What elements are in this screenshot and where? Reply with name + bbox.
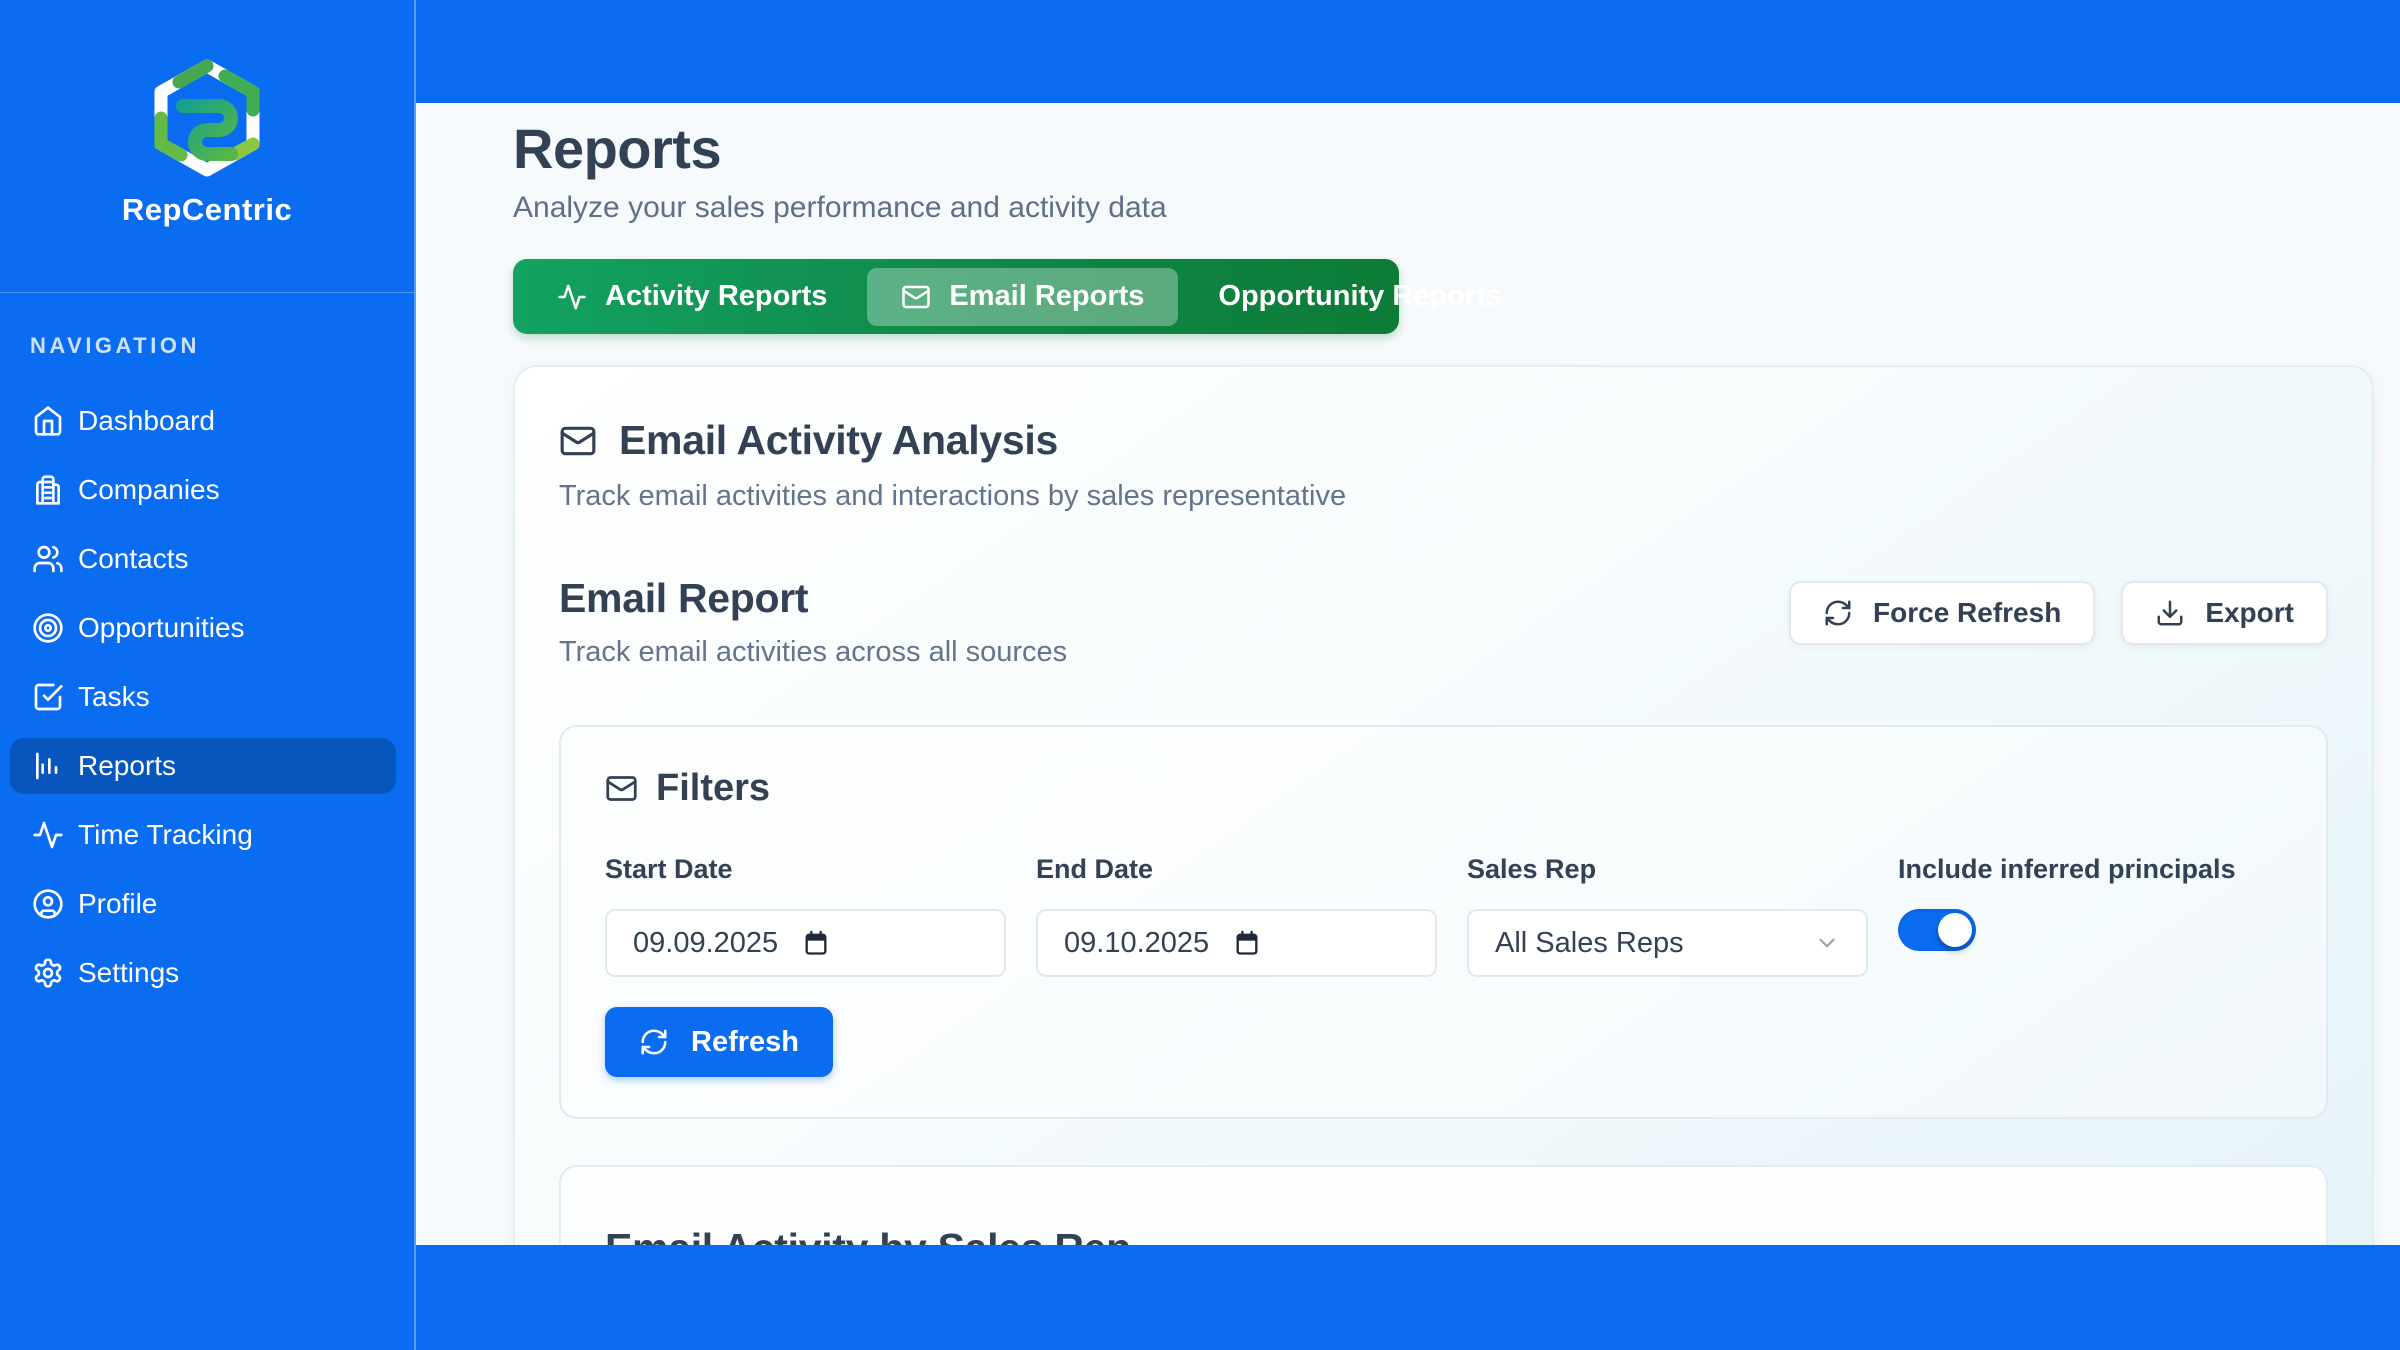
export-label: Export <box>2205 597 2294 629</box>
main-content: Reports Analyze your sales performance a… <box>416 103 2400 1245</box>
sales-rep-select[interactable]: All Sales Reps <box>1467 909 1868 977</box>
tab-opportunity-reports[interactable]: Opportunity Reports <box>1184 268 1536 326</box>
nav-section-label: NAVIGATION <box>30 333 396 359</box>
sidebar-item-label: Companies <box>78 474 220 506</box>
sidebar-item-label: Profile <box>78 888 157 920</box>
include-inferred-label: Include inferred principals <box>1898 854 2282 885</box>
calendar-icon <box>1233 929 1261 957</box>
start-date-value: 09.09.2025 <box>633 927 778 960</box>
bar-chart-icon <box>32 750 64 782</box>
sidebar-item-profile[interactable]: Profile <box>10 876 396 932</box>
sidebar-item-label: Tasks <box>78 681 150 713</box>
home-icon <box>32 405 64 437</box>
start-date-input[interactable]: 09.09.2025 <box>605 909 1006 977</box>
force-refresh-label: Force Refresh <box>1873 597 2061 629</box>
refresh-button[interactable]: Refresh <box>605 1007 833 1077</box>
tab-activity-reports[interactable]: Activity Reports <box>523 268 861 326</box>
download-icon <box>2155 598 2185 628</box>
sidebar-item-label: Settings <box>78 957 179 989</box>
tab-label: Opportunity Reports <box>1218 280 1502 313</box>
report-tabs: Activity Reports Email Reports Opportuni… <box>513 259 1399 334</box>
section-subtitle: Track email activities across all source… <box>559 636 1067 669</box>
tab-email-reports[interactable]: Email Reports <box>867 268 1178 326</box>
mail-icon <box>901 282 931 312</box>
sidebar-item-tasks[interactable]: Tasks <box>10 669 396 725</box>
mail-icon <box>559 422 597 460</box>
app-name: RepCentric <box>122 192 292 228</box>
sidebar-item-dashboard[interactable]: Dashboard <box>10 393 396 449</box>
sales-rep-field: Sales Rep All Sales Reps <box>1467 854 1868 977</box>
refresh-icon <box>639 1027 669 1057</box>
start-date-field: Start Date 09.09.2025 <box>605 854 1006 977</box>
activity-icon <box>557 282 587 312</box>
include-inferred-field: Include inferred principals <box>1898 854 2282 977</box>
sidebar-item-label: Time Tracking <box>78 819 253 851</box>
sidebar-item-time-tracking[interactable]: Time Tracking <box>10 807 396 863</box>
chevron-down-icon <box>1814 930 1840 956</box>
sidebar-item-contacts[interactable]: Contacts <box>10 531 396 587</box>
sidebar-item-reports[interactable]: Reports <box>10 738 396 794</box>
sidebar-item-companies[interactable]: Companies <box>10 462 396 518</box>
calendar-icon <box>802 929 830 957</box>
mail-icon <box>605 772 638 805</box>
sales-rep-label: Sales Rep <box>1467 854 1868 885</box>
export-button[interactable]: Export <box>2121 581 2328 645</box>
sidebar-item-label: Contacts <box>78 543 189 575</box>
sidebar-item-label: Dashboard <box>78 405 215 437</box>
sidebar-item-opportunities[interactable]: Opportunities <box>10 600 396 656</box>
logo-icon <box>147 58 267 184</box>
end-date-input[interactable]: 09.10.2025 <box>1036 909 1437 977</box>
refresh-icon <box>1823 598 1853 628</box>
gear-icon <box>32 957 64 989</box>
force-refresh-button[interactable]: Force Refresh <box>1789 581 2095 645</box>
end-date-value: 09.10.2025 <box>1064 927 1209 960</box>
tab-label: Activity Reports <box>605 280 827 313</box>
filters-title: Filters <box>656 767 770 810</box>
page-title: Reports <box>513 117 2374 181</box>
email-activity-analysis-card: Email Activity Analysis Track email acti… <box>513 365 2374 1245</box>
tab-label: Email Reports <box>949 280 1144 313</box>
refresh-label: Refresh <box>691 1026 799 1059</box>
end-date-field: End Date 09.10.2025 <box>1036 854 1437 977</box>
email-activity-by-sales-rep-card: Email Activity by Sales Rep Summary of e… <box>559 1165 2328 1245</box>
include-inferred-toggle[interactable] <box>1898 909 1976 951</box>
sales-rep-value: All Sales Reps <box>1495 927 1684 960</box>
sidebar-nav: NAVIGATION Dashboard Companies Contacts … <box>0 293 414 1001</box>
activity-icon <box>32 819 64 851</box>
end-date-label: End Date <box>1036 854 1437 885</box>
summary-title: Email Activity by Sales Rep <box>605 1225 2282 1245</box>
card-subtitle: Track email activities and interactions … <box>559 480 2328 513</box>
target-icon <box>32 612 64 644</box>
user-circle-icon <box>32 888 64 920</box>
card-title: Email Activity Analysis <box>619 417 1058 464</box>
filters-card: Filters Start Date 09.09.2025 End Date 0… <box>559 725 2328 1119</box>
sidebar-item-label: Opportunities <box>78 612 245 644</box>
users-icon <box>32 543 64 575</box>
sidebar: RepCentric NAVIGATION Dashboard Companie… <box>0 0 416 1350</box>
section-title: Email Report <box>559 575 1067 622</box>
page-subtitle: Analyze your sales performance and activ… <box>513 191 2374 225</box>
sidebar-item-label: Reports <box>78 750 176 782</box>
building-icon <box>32 474 64 506</box>
sidebar-item-settings[interactable]: Settings <box>10 945 396 1001</box>
logo-block: RepCentric <box>0 0 414 293</box>
check-square-icon <box>32 681 64 713</box>
toggle-knob <box>1938 913 1972 947</box>
start-date-label: Start Date <box>605 854 1006 885</box>
